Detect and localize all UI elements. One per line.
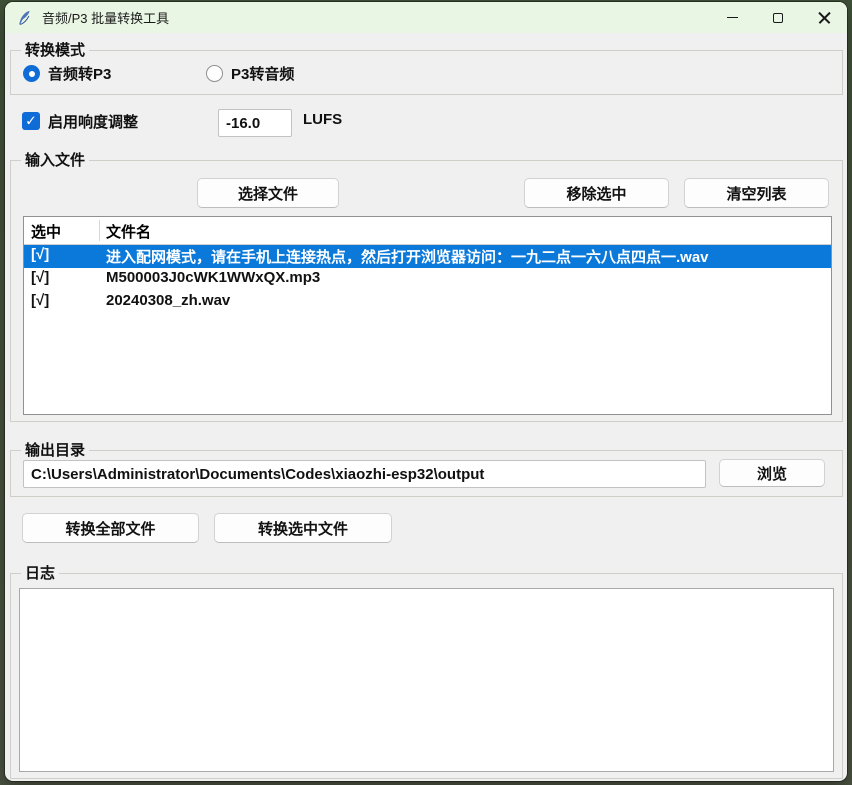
row-check-cell: [√] (31, 246, 49, 263)
window-title: 音频/P3 批量转换工具 (42, 8, 169, 27)
row-filename-cell: 进入配网模式，请在手机上连接热点，然后打开浏览器访问：一九二点一六八点四点一.w… (106, 246, 709, 267)
maximize-icon (773, 13, 783, 23)
column-header-checked[interactable]: 选中 (31, 221, 61, 242)
table-row[interactable]: [√] 20240308_zh.wav (24, 291, 831, 314)
mode-group-label: 转换模式 (21, 41, 89, 60)
input-files-groupbox: 输入文件 选择文件 移除选中 清空列表 选中 文件名 [√] 进入配网模式，请在… (10, 160, 843, 422)
table-row[interactable]: [√] M500003J0cWK1WWxQX.mp3 (24, 268, 831, 291)
output-group-label: 输出目录 (21, 441, 89, 460)
radio-p3-to-audio[interactable]: P3转音频 (206, 63, 294, 84)
file-table: 选中 文件名 [√] 进入配网模式，请在手机上连接热点，然后打开浏览器访问：一九… (23, 216, 832, 415)
convert-selected-button[interactable]: 转换选中文件 (214, 513, 392, 543)
app-window: 音频/P3 批量转换工具 转换模式 音频转P3 P3转音频 ✓ 启用响度调整 -… (5, 2, 847, 781)
row-filename-cell: M500003J0cWK1WWxQX.mp3 (106, 269, 320, 286)
minimize-icon (727, 17, 738, 18)
loudness-checkbox[interactable]: ✓ (22, 112, 40, 130)
log-textarea[interactable] (19, 588, 834, 772)
input-group-label: 输入文件 (21, 151, 89, 170)
checkmark-icon: ✓ (25, 114, 37, 128)
radio-audio-to-p3-label: 音频转P3 (48, 63, 111, 84)
log-group-label: 日志 (21, 564, 59, 583)
titlebar[interactable]: 音频/P3 批量转换工具 (5, 2, 847, 33)
browse-button[interactable]: 浏览 (719, 459, 825, 487)
file-table-header[interactable]: 选中 文件名 (24, 217, 831, 245)
radio-selected-icon (23, 65, 40, 82)
select-files-button[interactable]: 选择文件 (197, 178, 339, 208)
output-dir-groupbox: 输出目录 C:\Users\Administrator\Documents\Co… (10, 450, 843, 497)
column-separator[interactable] (99, 220, 100, 241)
minimize-button[interactable] (709, 2, 755, 33)
output-dir-input[interactable]: C:\Users\Administrator\Documents\Codes\x… (23, 460, 706, 488)
lufs-unit-label: LUFS (303, 111, 342, 128)
close-button[interactable] (801, 2, 847, 33)
remove-selected-button[interactable]: 移除选中 (524, 178, 669, 208)
close-icon (818, 11, 831, 24)
app-feather-icon (17, 10, 33, 26)
mode-groupbox: 转换模式 音频转P3 P3转音频 (10, 50, 843, 95)
row-check-cell: [√] (31, 292, 49, 309)
radio-p3-to-audio-label: P3转音频 (231, 63, 294, 84)
log-groupbox: 日志 (10, 573, 843, 779)
radio-unselected-icon (206, 65, 223, 82)
radio-audio-to-p3[interactable]: 音频转P3 (23, 63, 111, 84)
column-header-filename[interactable]: 文件名 (106, 221, 151, 242)
lufs-input[interactable]: -16.0 (218, 109, 292, 137)
clear-list-button[interactable]: 清空列表 (684, 178, 829, 208)
maximize-button[interactable] (755, 2, 801, 33)
row-check-cell: [√] (31, 269, 49, 286)
loudness-label: 启用响度调整 (48, 111, 138, 132)
table-row[interactable]: [√] 进入配网模式，请在手机上连接热点，然后打开浏览器访问：一九二点一六八点四… (24, 245, 831, 268)
convert-all-button[interactable]: 转换全部文件 (22, 513, 199, 543)
row-filename-cell: 20240308_zh.wav (106, 292, 230, 309)
